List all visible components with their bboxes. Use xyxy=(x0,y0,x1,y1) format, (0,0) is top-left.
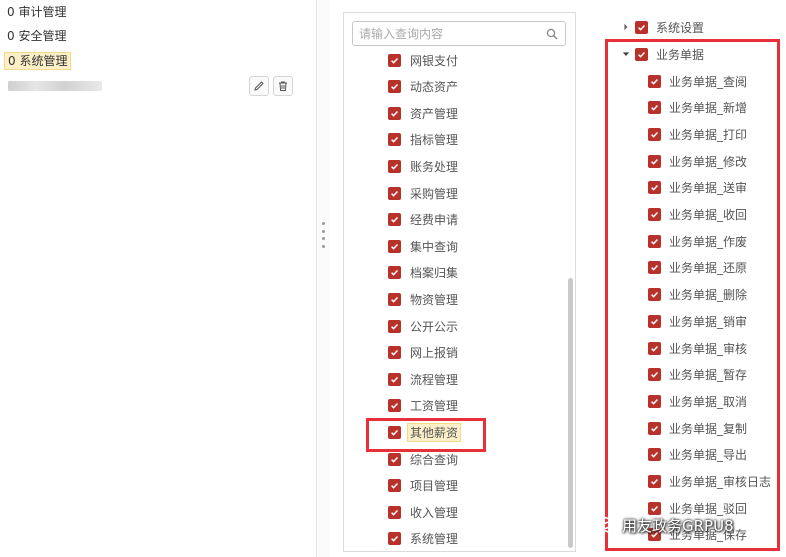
module-item[interactable]: 公开公示 xyxy=(388,317,458,335)
module-item-label: 系统管理 xyxy=(410,532,459,547)
checkbox[interactable] xyxy=(388,479,401,493)
checkbox[interactable] xyxy=(635,20,648,34)
module-item-label: 指标管理 xyxy=(410,133,459,148)
checkbox[interactable] xyxy=(388,80,401,94)
checkbox[interactable] xyxy=(388,292,401,306)
role-item-security[interactable]: 0 安全管理 xyxy=(7,28,66,44)
module-item[interactable]: 工资管理 xyxy=(388,397,458,415)
scrollbar[interactable] xyxy=(568,278,573,548)
highlight-box-business-docs xyxy=(605,39,780,551)
checkbox[interactable] xyxy=(388,532,401,546)
role-item-system[interactable]: 0 系统管理 xyxy=(4,52,72,70)
search-box xyxy=(352,21,566,46)
edit-button[interactable] xyxy=(249,76,269,96)
module-item[interactable]: 采购管理 xyxy=(388,184,458,202)
search-icon[interactable] xyxy=(546,28,558,40)
tree-node-system-settings[interactable]: 系统设置 xyxy=(621,18,704,36)
module-item[interactable]: 收入管理 xyxy=(388,503,458,521)
module-item-label: 网银支付 xyxy=(410,53,459,68)
module-item[interactable]: 网银支付 xyxy=(388,51,458,69)
watermark-text: 用友政务GRPU8 xyxy=(622,516,734,535)
checkbox[interactable] xyxy=(388,399,401,413)
module-list-panel: 网银支付动态资产资产管理指标管理账务处理采购管理经费申请集中查询档案归集物资管理… xyxy=(343,12,576,552)
tree-node-label: 系统设置 xyxy=(656,20,705,35)
module-item-label: 资产管理 xyxy=(410,106,459,121)
checkbox[interactable] xyxy=(388,213,401,227)
module-item[interactable]: 动态资产 xyxy=(388,78,458,96)
module-item-label: 流程管理 xyxy=(410,372,459,387)
module-item-label: 集中查询 xyxy=(410,239,459,254)
wechat-icon xyxy=(596,516,616,533)
module-item[interactable]: 流程管理 xyxy=(388,370,458,388)
module-item-label: 收入管理 xyxy=(410,505,459,520)
module-item[interactable]: 账务处理 xyxy=(388,157,458,175)
checkbox[interactable] xyxy=(388,239,401,253)
module-item-label: 账务处理 xyxy=(410,159,459,174)
delete-button[interactable] xyxy=(273,76,293,96)
module-item-label: 公开公示 xyxy=(410,319,459,334)
module-item-label: 项目管理 xyxy=(410,479,459,494)
module-item-label: 物资管理 xyxy=(410,292,459,307)
highlight-box-other-salary xyxy=(366,418,486,452)
module-item[interactable]: 经费申请 xyxy=(388,211,458,229)
pencil-icon xyxy=(254,81,264,91)
search-input[interactable] xyxy=(359,24,539,43)
checkbox[interactable] xyxy=(388,452,401,466)
role-item-audit[interactable]: 0 审计管理 xyxy=(7,4,66,20)
checkbox[interactable] xyxy=(388,372,401,386)
panel-splitter[interactable] xyxy=(316,0,330,557)
caret-right-icon[interactable] xyxy=(621,22,631,32)
checkbox[interactable] xyxy=(388,346,401,360)
drag-handle-icon xyxy=(322,222,325,248)
checkbox[interactable] xyxy=(388,159,401,173)
checkbox[interactable] xyxy=(388,106,401,120)
module-item-label: 动态资产 xyxy=(410,80,459,95)
role-list-panel: 0 审计管理 0 安全管理 0 系统管理 xyxy=(0,0,316,557)
blurred-role-name xyxy=(8,81,102,91)
module-item-label: 档案归集 xyxy=(410,266,459,281)
checkbox[interactable] xyxy=(388,53,401,67)
module-item[interactable]: 资产管理 xyxy=(388,104,458,122)
checkbox[interactable] xyxy=(388,319,401,333)
module-item[interactable]: 网上报销 xyxy=(388,344,458,362)
watermark: 用友政务GRPU8 xyxy=(596,512,734,538)
checkbox[interactable] xyxy=(388,186,401,200)
module-item[interactable]: 指标管理 xyxy=(388,131,458,149)
module-item[interactable]: 物资管理 xyxy=(388,290,458,308)
module-item[interactable]: 档案归集 xyxy=(388,264,458,282)
module-item-label: 采购管理 xyxy=(410,186,459,201)
module-item-label: 综合查询 xyxy=(410,452,459,467)
module-item-label: 经费申请 xyxy=(410,213,459,228)
checkbox[interactable] xyxy=(388,505,401,519)
checkbox[interactable] xyxy=(388,133,401,147)
module-item[interactable]: 系统管理 xyxy=(388,530,458,548)
module-item-label: 工资管理 xyxy=(410,399,459,414)
module-item[interactable]: 项目管理 xyxy=(388,477,458,495)
module-item[interactable]: 集中查询 xyxy=(388,237,458,255)
module-item[interactable]: 综合查询 xyxy=(388,450,458,468)
trash-icon xyxy=(279,81,287,91)
module-item-label: 网上报销 xyxy=(410,346,459,361)
checkbox[interactable] xyxy=(388,266,401,280)
